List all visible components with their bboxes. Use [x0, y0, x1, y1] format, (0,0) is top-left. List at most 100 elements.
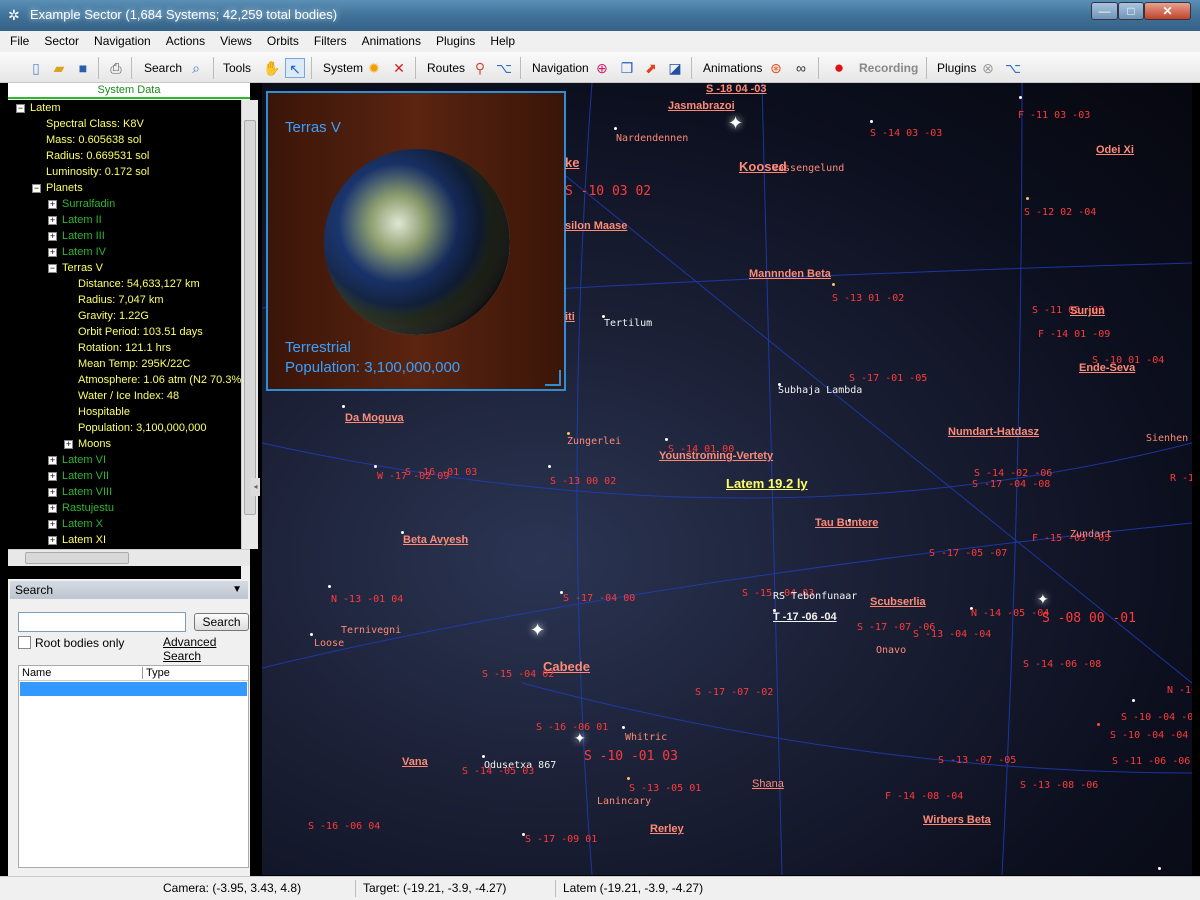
target-icon[interactable]: ⊕ [592, 58, 612, 78]
binoculars-icon[interactable]: ∞ [791, 58, 811, 78]
sun-icon[interactable]: ✹ [364, 58, 384, 78]
star-dot[interactable] [310, 633, 313, 636]
star-dot[interactable] [1097, 723, 1100, 726]
checkbox-icon[interactable] [18, 636, 31, 649]
menu-views[interactable]: Views [210, 31, 257, 48]
system-label[interactable]: S -17 -09 01 [525, 834, 597, 845]
system-label[interactable]: S -16 -06 01 [536, 722, 608, 733]
save-icon[interactable]: ■ [73, 58, 93, 78]
bright-star-icon[interactable]: ✦ [728, 113, 743, 134]
arrow-icon[interactable]: ⬈ [641, 58, 661, 78]
expand-icon[interactable]: + [48, 216, 57, 225]
system-label[interactable]: W -17 -02 09 [377, 471, 449, 482]
system-label[interactable]: Vassengelund [772, 163, 844, 174]
tree-planet[interactable]: Latem VIII [62, 484, 112, 500]
expand-icon[interactable]: + [48, 520, 57, 529]
system-label[interactable]: S -08 00 -01 [1042, 611, 1136, 626]
system-label[interactable]: S -13 01 -02 [832, 293, 904, 304]
system-label[interactable]: S -18 04 -03 [706, 83, 767, 95]
advanced-search-link[interactable]: Advanced Search [163, 635, 250, 663]
system-label[interactable]: S -14 03 -03 [870, 128, 942, 139]
resize-grip-icon[interactable] [545, 370, 561, 386]
menu-file[interactable]: File [0, 31, 34, 48]
plugin-remove-icon[interactable]: ⊗ [978, 58, 998, 78]
menu-filters[interactable]: Filters [304, 31, 352, 48]
system-label[interactable]: Ternivegni [341, 625, 401, 636]
expand-icon[interactable]: + [48, 488, 57, 497]
system-label[interactable]: Shana [752, 778, 784, 790]
collapse-icon[interactable]: − [32, 184, 41, 193]
hand-tool-icon[interactable]: ✋ [262, 58, 282, 78]
system-label[interactable]: silon Maase [565, 220, 627, 232]
tree-planet[interactable]: Latem IV [62, 244, 106, 260]
system-label[interactable]: S -10 -04 -04 [1110, 730, 1188, 741]
tree-planet[interactable]: Latem XI [62, 532, 106, 548]
menu-help[interactable]: Help [480, 31, 520, 48]
system-label[interactable]: RS Tebonfunaar [773, 591, 857, 602]
system-label[interactable]: S -16 -06 04 [308, 821, 380, 832]
system-label[interactable]: S -17 -05 -07 [929, 548, 1007, 559]
system-label[interactable]: Jasmabrazoi [668, 100, 735, 112]
tree-horizontal-scrollbar[interactable] [8, 549, 250, 566]
column-name[interactable]: Name [22, 667, 51, 679]
root-bodies-checkbox[interactable]: Root bodies only [18, 636, 124, 650]
search-input[interactable] [18, 612, 186, 632]
expand-icon[interactable]: + [48, 248, 57, 257]
system-label[interactable]: S -10 -01 03 [584, 749, 678, 764]
system-label[interactable]: F -11 03 -03 [1018, 110, 1090, 121]
tree-planet[interactable]: Latem III [62, 228, 105, 244]
tree-planet[interactable]: Latem II [62, 212, 102, 228]
star-dot[interactable] [328, 585, 331, 588]
menu-orbits[interactable]: Orbits [257, 31, 304, 48]
system-label[interactable]: S -10 03 02 [565, 184, 651, 199]
system-label[interactable]: R -1 [1170, 473, 1192, 484]
open-folder-icon[interactable]: ▰ [49, 58, 69, 78]
system-label[interactable]: F -14 -08 -04 [885, 791, 963, 802]
tree-root-latem[interactable]: Latem [30, 100, 61, 116]
system-label[interactable]: Loose [314, 638, 344, 649]
system-label[interactable]: S -14 -02 -06 [974, 468, 1052, 479]
splitter-handle[interactable]: ◂ [251, 478, 260, 496]
plugin-config-icon[interactable]: ⌥ [1003, 58, 1023, 78]
expand-icon[interactable]: + [64, 440, 73, 449]
system-label[interactable]: Ende-Seva [1079, 362, 1135, 374]
system-label[interactable]: Younstroming-Vertety [659, 450, 773, 462]
system-label[interactable]: S -10 -04 -04 [1121, 712, 1192, 723]
system-label[interactable]: S -13 -05 01 [629, 783, 701, 794]
search-button[interactable]: Search [194, 613, 249, 631]
system-label[interactable]: S -17 -01 -05 [849, 373, 927, 384]
system-label[interactable]: Tertilum [604, 318, 652, 329]
new-file-icon[interactable]: ▯ [26, 58, 46, 78]
system-label[interactable]: Lanincary [597, 796, 651, 807]
search-panel-header[interactable]: Search ▼ [10, 581, 248, 599]
orbit-icon[interactable]: ⊛ [766, 58, 786, 78]
search-icon[interactable]: ⌕ [186, 58, 206, 78]
menu-plugins[interactable]: Plugins [426, 31, 480, 48]
tree-planet[interactable]: Latem X [62, 516, 103, 532]
star-dot[interactable] [548, 465, 551, 468]
collapse-icon[interactable]: − [16, 104, 25, 113]
star-dot[interactable] [374, 465, 377, 468]
collapse-icon[interactable]: − [48, 264, 57, 273]
tree-planet[interactable]: Rastujestu [62, 500, 114, 516]
star-dot[interactable] [1026, 197, 1029, 200]
system-label[interactable]: Onavo [876, 645, 906, 656]
system-label[interactable]: N -13 -01 04 [331, 594, 403, 605]
expand-icon[interactable]: + [48, 504, 57, 513]
star-dot[interactable] [622, 726, 625, 729]
system-label[interactable]: ke [565, 155, 579, 170]
tree-moons[interactable]: Moons [78, 436, 111, 452]
star-dot[interactable] [342, 405, 345, 408]
system-label[interactable]: Whitric [625, 732, 667, 743]
search-results-list[interactable]: Name Type [18, 665, 249, 868]
system-label[interactable]: Tau Buntere [815, 517, 878, 529]
system-label[interactable]: S -15 -04 02 [482, 669, 554, 680]
selected-system-label[interactable]: Latem 19.2 ly [726, 476, 808, 491]
system-data-tab[interactable]: System Data [8, 83, 250, 99]
system-label[interactable]: Rerley [650, 823, 684, 835]
print-icon[interactable]: ⎙ [106, 58, 126, 78]
system-label[interactable]: Nardendennen [616, 133, 688, 144]
star-dot[interactable] [1132, 699, 1135, 702]
tree-planet[interactable]: Latem VII [62, 468, 109, 484]
expand-icon[interactable]: + [48, 232, 57, 241]
